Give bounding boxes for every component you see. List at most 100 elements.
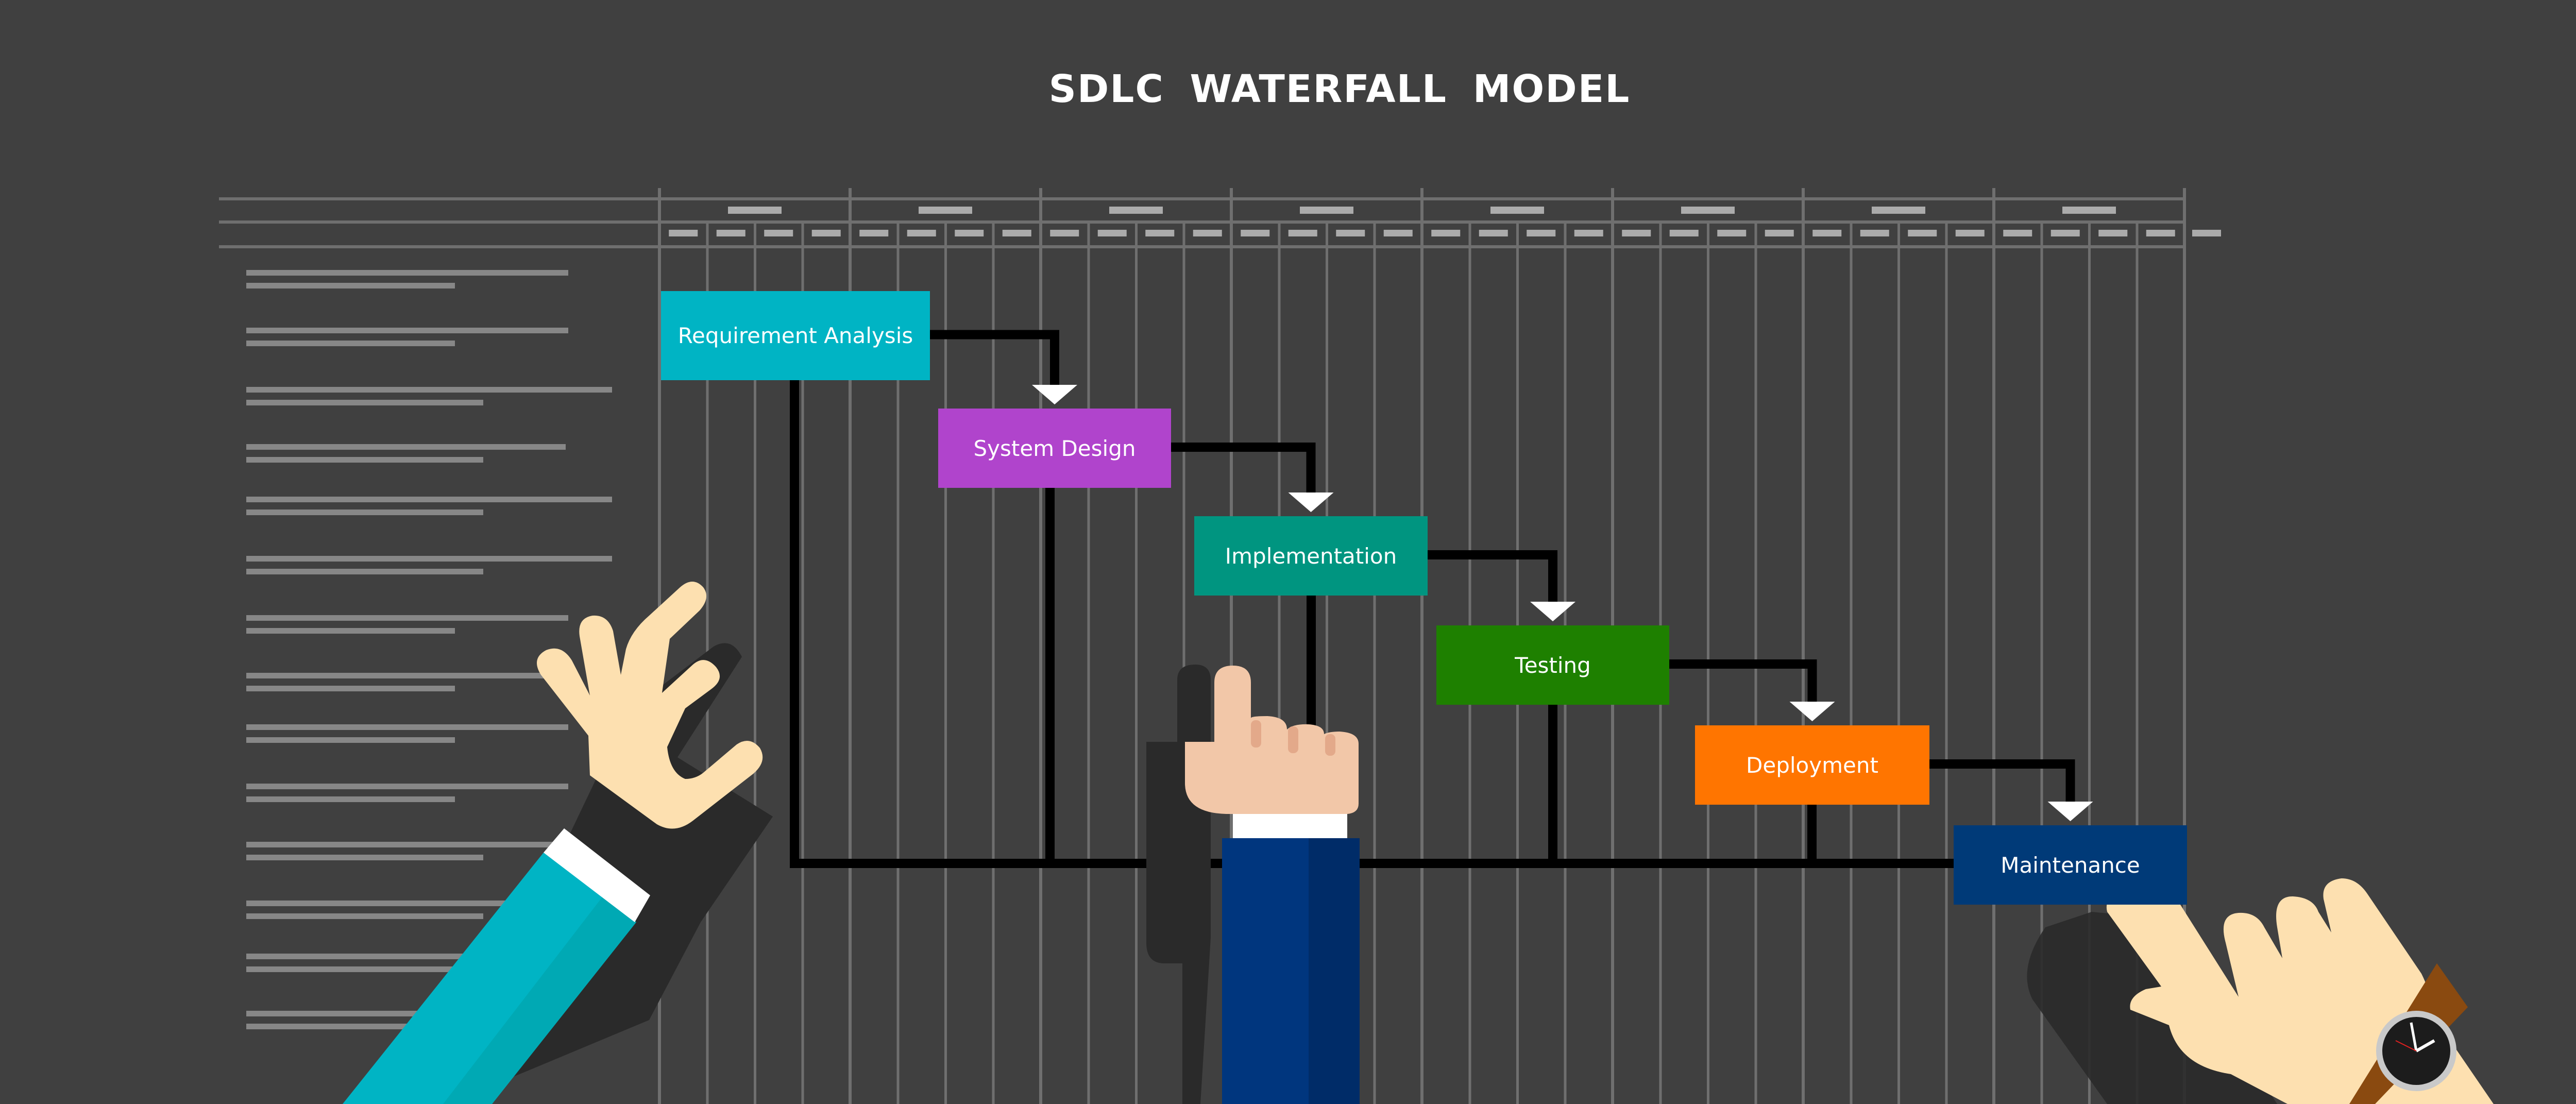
- subperiod-label-placeholder: [1241, 230, 1270, 236]
- phase-box-requirement-analysis: Requirement Analysis: [661, 291, 930, 380]
- task-detail-placeholder: [246, 457, 483, 463]
- subperiod-label-placeholder: [1288, 230, 1317, 236]
- task-detail-placeholder: [246, 509, 483, 515]
- subperiod-label-placeholder: [2050, 230, 2080, 236]
- phase-box-deployment: Deployment: [1695, 725, 1929, 805]
- minor-column-line: [1087, 223, 1090, 1104]
- subperiod-label-placeholder: [1479, 230, 1508, 236]
- task-detail-placeholder: [246, 341, 455, 346]
- period-label-placeholder: [1109, 207, 1163, 214]
- subperiod-label-placeholder: [1527, 230, 1556, 236]
- major-column-line: [1992, 188, 1995, 1104]
- task-detail-placeholder: [246, 913, 483, 919]
- arrow-down-icon: [2047, 802, 2093, 821]
- arrow-down-icon: [1789, 702, 1835, 721]
- phase-box-maintenance: Maintenance: [1954, 825, 2187, 905]
- subperiod-label-placeholder: [1383, 230, 1413, 236]
- period-label-placeholder: [919, 207, 972, 214]
- feedback-drop-line: [1045, 488, 1055, 868]
- phase-box-testing: Testing: [1436, 625, 1669, 705]
- subperiod-label-placeholder: [1717, 230, 1747, 236]
- feedback-drop-line: [1548, 705, 1557, 868]
- connector-horizontal: [1171, 443, 1316, 452]
- subperiod-label-placeholder: [1908, 230, 1937, 236]
- subperiod-label-placeholder: [1097, 230, 1127, 236]
- connector-vertical: [1807, 659, 1817, 704]
- subperiod-label-placeholder: [1955, 230, 1985, 236]
- subperiod-label-placeholder: [1336, 230, 1365, 236]
- task-name-placeholder: [246, 270, 568, 276]
- phase-label: Testing: [1515, 652, 1591, 678]
- task-name-placeholder: [246, 328, 568, 333]
- subperiod-label-placeholder: [1812, 230, 1842, 236]
- task-detail-placeholder: [246, 737, 455, 743]
- finger-fold: [1251, 720, 1261, 748]
- task-detail-placeholder: [246, 283, 455, 288]
- subperiod-label-placeholder: [1193, 230, 1222, 236]
- header-rule-top: [219, 197, 2184, 200]
- feedback-drop-line: [790, 380, 799, 868]
- task-name-placeholder: [246, 497, 612, 502]
- task-name-placeholder: [246, 842, 568, 847]
- subperiod-label-placeholder: [1765, 230, 1794, 236]
- task-detail-placeholder: [246, 400, 483, 405]
- phase-label: Requirement Analysis: [677, 323, 913, 348]
- left-hand-open: [537, 582, 763, 829]
- finger-fold: [1288, 726, 1298, 753]
- task-detail-placeholder: [246, 796, 455, 802]
- period-label-placeholder: [1300, 207, 1353, 214]
- phase-box-implementation: Implementation: [1194, 516, 1428, 596]
- task-detail-placeholder: [246, 966, 483, 972]
- minor-column-line: [1945, 223, 1948, 1104]
- subperiod-label-placeholder: [1431, 230, 1461, 236]
- subperiod-label-placeholder: [1622, 230, 1651, 236]
- period-label-placeholder: [2062, 207, 2116, 214]
- subperiod-label-placeholder: [2003, 230, 2032, 236]
- period-label-placeholder: [1872, 207, 1925, 214]
- phase-box-system-design: System Design: [938, 409, 1171, 488]
- major-column-line: [1802, 188, 1805, 1104]
- task-name-placeholder: [246, 673, 568, 678]
- header-rule-bottom: [219, 245, 2184, 248]
- task-detail-placeholder: [246, 855, 483, 860]
- task-detail-placeholder: [246, 686, 455, 691]
- subperiod-label-placeholder: [955, 230, 984, 236]
- minor-column-line: [992, 223, 995, 1104]
- feedback-drop-line: [1807, 805, 1817, 868]
- minor-column-line: [1850, 223, 1853, 1104]
- subperiod-label-placeholder: [764, 230, 793, 236]
- period-label-placeholder: [1490, 207, 1544, 214]
- period-label-placeholder: [1681, 207, 1735, 214]
- minor-column-line: [1897, 223, 1900, 1104]
- feedback-bus-line: [790, 859, 1954, 868]
- task-name-placeholder: [246, 724, 568, 730]
- phase-label: Maintenance: [2001, 852, 2140, 878]
- task-detail-placeholder: [246, 628, 455, 634]
- arrow-down-icon: [1032, 385, 1077, 404]
- task-detail-placeholder: [246, 569, 483, 574]
- center-shirt-cuff: [1233, 814, 1347, 838]
- phase-label: Deployment: [1746, 752, 1878, 778]
- center-sleeve-fold: [1309, 838, 1360, 1104]
- connector-horizontal: [1669, 659, 1817, 669]
- period-label-placeholder: [728, 207, 782, 214]
- task-name-placeholder: [246, 556, 612, 562]
- phase-label: System Design: [973, 435, 1136, 461]
- subperiod-label-placeholder: [2098, 230, 2128, 236]
- connector-vertical: [1050, 330, 1059, 387]
- subperiod-label-placeholder: [907, 230, 936, 236]
- connector-vertical: [1548, 550, 1557, 604]
- finger-fold: [1325, 734, 1335, 756]
- connector-horizontal: [1929, 759, 2075, 769]
- subperiod-label-placeholder: [811, 230, 841, 236]
- subperiod-label-placeholder: [1574, 230, 1603, 236]
- subperiod-label-placeholder: [2146, 230, 2175, 236]
- major-column-line: [1420, 188, 1423, 1104]
- diagram-title: SDLC WATERFALL MODEL: [1048, 67, 1631, 111]
- subperiod-label-placeholder: [1050, 230, 1079, 236]
- task-name-placeholder: [246, 387, 612, 393]
- minor-column-line: [1135, 223, 1138, 1104]
- major-column-line: [1039, 188, 1042, 1104]
- subperiod-label-placeholder: [2192, 230, 2221, 236]
- task-name-placeholder: [246, 444, 566, 450]
